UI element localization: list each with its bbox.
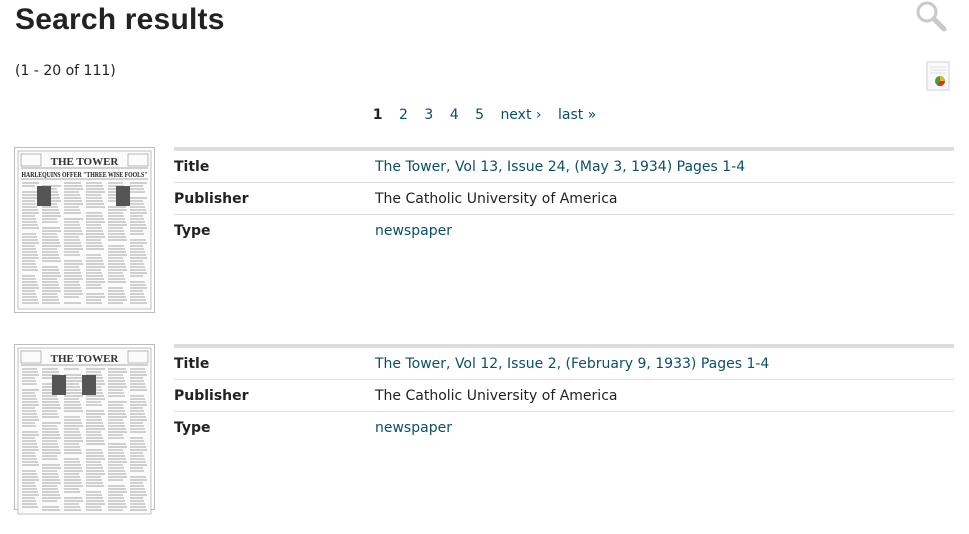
field-label: Title — [174, 356, 210, 372]
page-link-3[interactable]: 3 — [424, 107, 433, 123]
field-row-title: Title The Tower, Vol 13, Issue 24, (May … — [174, 151, 954, 183]
page-link-4[interactable]: 4 — [450, 107, 459, 123]
masthead-text: THE TOWER — [51, 353, 120, 365]
headline-text: HARLEQUINS OFFER "THREE WISE FOOLS" — [22, 172, 148, 179]
page-current: 1 — [372, 107, 383, 123]
pagination: 1 2 3 4 5 next › last » — [0, 107, 969, 123]
newspaper-thumbnail[interactable]: THE TOWER HARLEQUINS OFFER "THREE WISE F… — [14, 147, 155, 313]
field-label: Publisher — [174, 191, 249, 207]
report-chart-icon[interactable] — [926, 61, 950, 91]
field-label: Title — [174, 159, 210, 175]
result-count: (1 - 20 of 111) — [15, 63, 116, 79]
field-label: Publisher — [174, 388, 249, 404]
field-label: Type — [174, 420, 211, 436]
masthead-text: THE TOWER — [51, 156, 120, 168]
publisher-value: The Catholic University of America — [375, 191, 618, 207]
type-link[interactable]: newspaper — [375, 223, 452, 239]
page-title: Search results — [15, 3, 225, 36]
last-page-link[interactable]: last » — [558, 107, 596, 123]
field-row-type: Type newspaper — [174, 215, 954, 246]
search-result-item: THE TOWER HARLEQUINS OFFER "THREE WISE F… — [14, 147, 954, 315]
type-link[interactable]: newspaper — [375, 420, 452, 436]
field-row-publisher: Publisher The Catholic University of Ame… — [174, 380, 954, 412]
publisher-value: The Catholic University of America — [375, 388, 618, 404]
page-link-5[interactable]: 5 — [475, 107, 484, 123]
result-fields: Title The Tower, Vol 12, Issue 2, (Febru… — [174, 344, 954, 443]
search-icon[interactable] — [914, 0, 948, 32]
field-row-publisher: Publisher The Catholic University of Ame… — [174, 183, 954, 215]
field-label: Type — [174, 223, 211, 239]
result-title-link[interactable]: The Tower, Vol 12, Issue 2, (February 9,… — [375, 356, 769, 372]
page-link-2[interactable]: 2 — [399, 107, 408, 123]
newspaper-thumbnail[interactable]: THE TOWER — [14, 344, 155, 515]
result-title-link[interactable]: The Tower, Vol 13, Issue 24, (May 3, 193… — [375, 159, 745, 175]
search-result-item: THE TOWER Title The Tower, Vol 12, Issue… — [14, 344, 954, 515]
next-page-link[interactable]: next › — [500, 107, 541, 123]
result-fields: Title The Tower, Vol 13, Issue 24, (May … — [174, 147, 954, 246]
field-row-title: Title The Tower, Vol 12, Issue 2, (Febru… — [174, 348, 954, 380]
field-row-type: Type newspaper — [174, 412, 954, 443]
